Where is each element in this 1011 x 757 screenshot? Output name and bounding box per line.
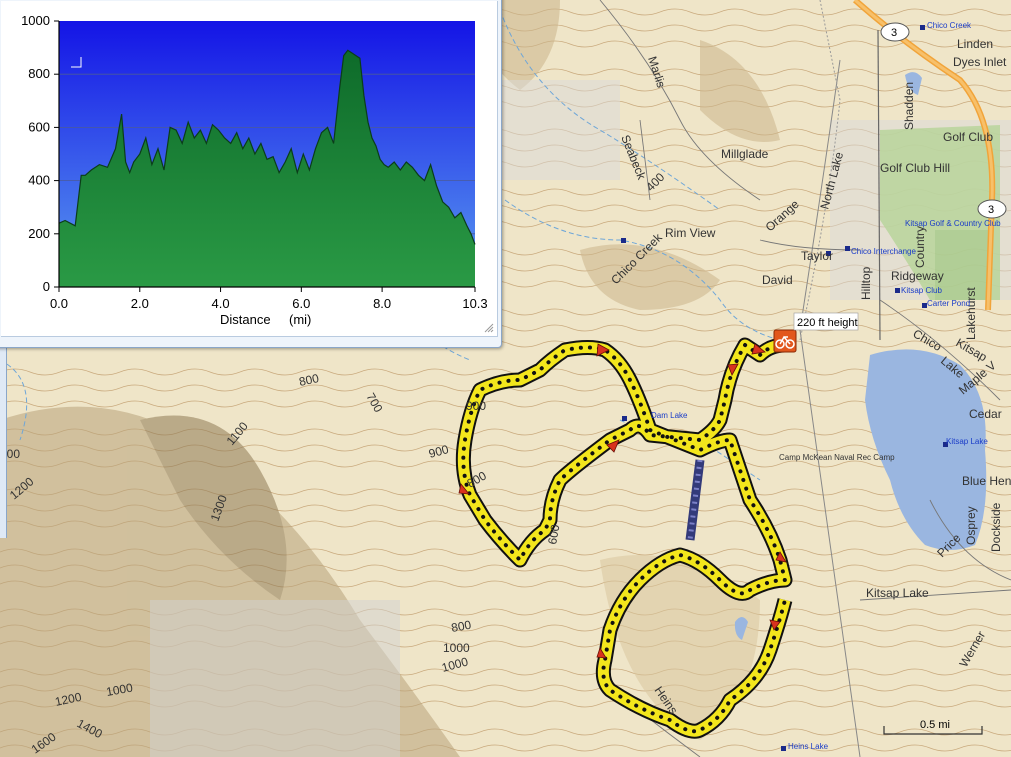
highway-shield: 3	[880, 22, 910, 42]
height-label: 220 ft height	[797, 317, 858, 329]
svg-text:Heins Lake: Heins Lake	[788, 742, 829, 751]
y-axis-ticks: 0 200 400 600 800 1000	[21, 13, 59, 294]
svg-text:Millglade: Millglade	[721, 147, 769, 161]
x-axis-ticks: 0.0 2.0 4.0 6.0 8.0 10.3	[50, 287, 488, 311]
svg-text:Carter Pond: Carter Pond	[927, 299, 970, 308]
y-tick-label: 400	[28, 173, 50, 188]
svg-text:1000: 1000	[443, 641, 470, 655]
svg-text:3: 3	[891, 27, 897, 39]
svg-text:Shadden: Shadden	[902, 82, 916, 130]
svg-text:Camp McKean Naval Rec Camp: Camp McKean Naval Rec Camp	[779, 453, 895, 462]
svg-text:Lakehurst: Lakehurst	[964, 287, 978, 340]
svg-text:Chico Interchange: Chico Interchange	[851, 247, 916, 256]
svg-text:Blue Hen: Blue Hen	[962, 474, 1011, 488]
svg-text:Dyes Inlet: Dyes Inlet	[953, 55, 1007, 69]
svg-text:Dockside: Dockside	[989, 502, 1003, 552]
x-tick-label: 2.0	[131, 296, 149, 311]
y-tick-label: 600	[28, 119, 50, 134]
svg-text:Taylor: Taylor	[801, 249, 833, 263]
x-tick-label: 6.0	[292, 296, 310, 311]
x-axis-unit: (mi)	[289, 312, 311, 327]
x-tick-label: 0.0	[50, 296, 68, 311]
window-edge	[0, 346, 7, 538]
svg-text:Ridgeway: Ridgeway	[891, 269, 944, 283]
svg-text:Osprey: Osprey	[964, 506, 978, 545]
y-tick-label: 800	[28, 66, 50, 81]
elevation-profile-panel: 0 200 400 600 800 1000 0.0 2.0 4.0 6.0 8.0 10.3 Di…	[1, 1, 498, 337]
x-tick-label: 4.0	[212, 296, 230, 311]
svg-text:0.5 mi: 0.5 mi	[920, 719, 950, 731]
svg-text:Chico Creek: Chico Creek	[927, 21, 972, 30]
y-tick-label: 0	[43, 279, 50, 294]
svg-text:900: 900	[466, 399, 486, 413]
svg-text:David: David	[762, 273, 793, 287]
x-axis-label: Distance	[220, 312, 271, 327]
resize-grip-icon[interactable]	[484, 323, 494, 333]
svg-text:Kitsap Golf & Country Club: Kitsap Golf & Country Club	[905, 219, 1001, 228]
svg-text:Rim View: Rim View	[665, 226, 716, 240]
elevation-chart: 0 200 400 600 800 1000 0.0 2.0 4.0 6.0 8.0 10.3 Di…	[21, 13, 488, 327]
svg-text:Golf Club Hill: Golf Club Hill	[880, 161, 950, 175]
svg-text:Kitsap Club: Kitsap Club	[901, 286, 942, 295]
svg-text:Hilltop: Hilltop	[859, 266, 873, 300]
svg-text:Cedar: Cedar	[969, 407, 1002, 421]
svg-text:Linden: Linden	[957, 37, 993, 51]
svg-text:3: 3	[988, 204, 994, 216]
y-tick-label: 1000	[21, 13, 50, 28]
elevation-profile-window[interactable]: 0 200 400 600 800 1000 0.0 2.0 4.0 6.0 8.0 10.3 Di…	[0, 0, 502, 348]
svg-text:Kitsap Lake: Kitsap Lake	[946, 437, 988, 446]
svg-text:Dam Lake: Dam Lake	[651, 411, 688, 420]
highway-shield: 3	[977, 199, 1007, 219]
svg-text:Golf Club: Golf Club	[943, 130, 993, 144]
svg-text:Kitsap Lake: Kitsap Lake	[866, 586, 929, 600]
y-tick-label: 200	[28, 226, 50, 241]
x-tick-label: 8.0	[373, 296, 391, 311]
x-tick-label: 10.3	[462, 296, 487, 311]
bicycle-icon[interactable]	[773, 329, 797, 353]
